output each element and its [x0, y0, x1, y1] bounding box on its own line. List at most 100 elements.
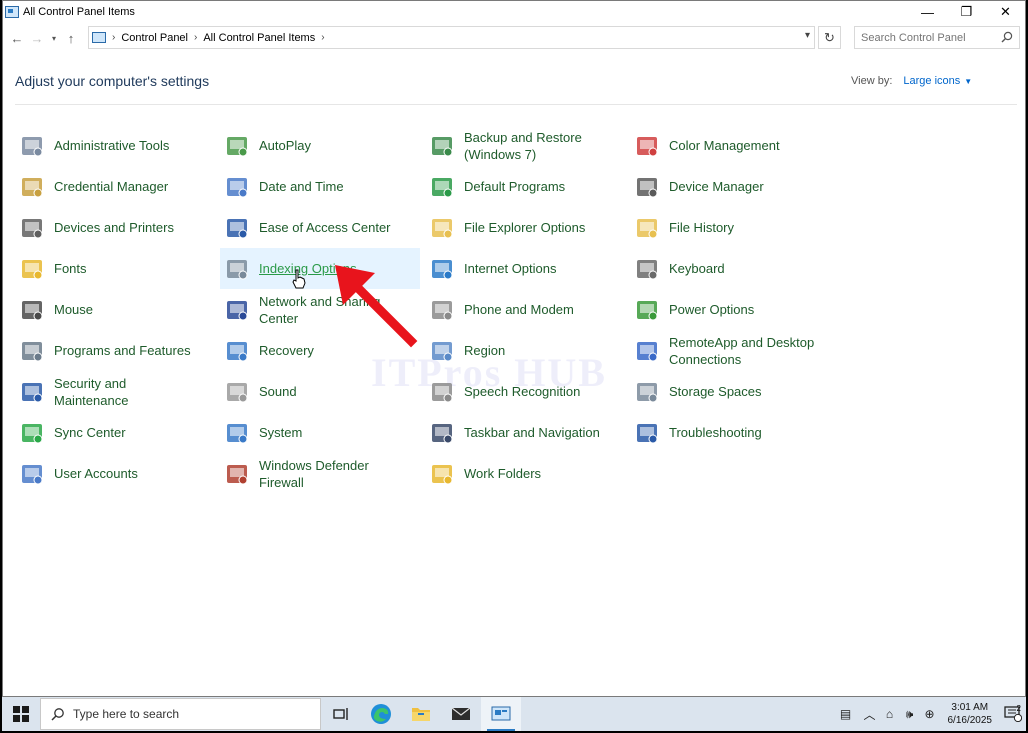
- control-panel-taskbar-app[interactable]: [481, 697, 521, 731]
- item-label[interactable]: Fonts: [54, 260, 204, 277]
- control-panel-item-power-options[interactable]: Power Options: [630, 289, 830, 330]
- item-label[interactable]: Phone and Modem: [464, 301, 614, 318]
- clock-date[interactable]: 6/16/2025: [948, 714, 993, 727]
- item-label[interactable]: Security and Maintenance: [54, 375, 204, 409]
- close-button[interactable]: ✕: [986, 1, 1025, 23]
- item-label[interactable]: Speech Recognition: [464, 383, 614, 400]
- item-label[interactable]: Power Options: [669, 301, 819, 318]
- item-label[interactable]: File History: [669, 219, 819, 236]
- keyboard-layout-icon[interactable]: ▤: [832, 697, 860, 731]
- volume-icon[interactable]: 🕪: [900, 697, 920, 731]
- chevron-down-icon[interactable]: ▼: [964, 77, 972, 86]
- item-label[interactable]: Backup and Restore (Windows 7): [464, 129, 614, 163]
- control-panel-item-programs-and-features[interactable]: Programs and Features: [15, 330, 215, 371]
- network-icon[interactable]: ⌂: [880, 697, 900, 731]
- clock-time[interactable]: 3:01 AM: [948, 701, 993, 714]
- windows-logo-icon[interactable]: [13, 706, 29, 722]
- control-panel-item-keyboard[interactable]: Keyboard: [630, 248, 830, 289]
- item-label[interactable]: Storage Spaces: [669, 383, 819, 400]
- control-panel-item-internet-options[interactable]: Internet Options: [425, 248, 625, 289]
- control-panel-item-mouse[interactable]: Mouse: [15, 289, 215, 330]
- taskbar-search-placeholder[interactable]: Type here to search: [73, 707, 179, 721]
- item-label[interactable]: System: [259, 424, 409, 441]
- task-view-button[interactable]: [321, 697, 361, 731]
- item-label[interactable]: Troubleshooting: [669, 424, 819, 441]
- item-label[interactable]: Windows Defender Firewall: [259, 457, 409, 491]
- item-label[interactable]: Sound: [259, 383, 409, 400]
- control-panel-item-autoplay[interactable]: AutoPlay: [220, 125, 420, 166]
- control-panel-item-default-programs[interactable]: Default Programs: [425, 166, 625, 207]
- taskbar-search-box[interactable]: Type here to search: [40, 698, 321, 730]
- chevron-down-icon[interactable]: ▾: [805, 30, 810, 41]
- control-panel-item-speech-recognition[interactable]: Speech Recognition: [425, 371, 625, 412]
- search-icon[interactable]: [1001, 31, 1013, 43]
- search-box[interactable]: [854, 26, 1020, 49]
- control-panel-item-file-explorer-options[interactable]: File Explorer Options: [425, 207, 625, 248]
- item-label[interactable]: Devices and Printers: [54, 219, 204, 236]
- restore-button[interactable]: ❐: [947, 1, 986, 23]
- mail-taskbar-app[interactable]: [441, 697, 481, 731]
- item-label[interactable]: Credential Manager: [54, 178, 204, 195]
- task-view-icon[interactable]: [333, 707, 349, 721]
- item-label[interactable]: Internet Options: [464, 260, 614, 277]
- breadcrumb-separator-icon[interactable]: ›: [112, 32, 115, 43]
- folder-icon[interactable]: [411, 706, 431, 722]
- control-panel-item-work-folders[interactable]: Work Folders: [425, 453, 625, 494]
- item-label[interactable]: Keyboard: [669, 260, 819, 277]
- clock[interactable]: 3:01 AM 6/16/2025: [948, 701, 993, 727]
- view-by-dropdown[interactable]: Large icons: [903, 75, 960, 87]
- breadcrumb-separator-icon[interactable]: ›: [321, 32, 324, 43]
- item-label[interactable]: Date and Time: [259, 178, 409, 195]
- control-panel-item-fonts[interactable]: Fonts: [15, 248, 215, 289]
- chevron-up-icon[interactable]: ︿: [860, 697, 880, 731]
- item-label[interactable]: RemoteApp and Desktop Connections: [669, 334, 819, 368]
- up-arrow-icon[interactable]: ↑: [61, 27, 81, 49]
- control-panel-item-system[interactable]: System: [220, 412, 420, 453]
- refresh-button[interactable]: ↻: [818, 26, 841, 49]
- control-panel-item-sync-center[interactable]: Sync Center: [15, 412, 215, 453]
- notification-center-button[interactable]: 2: [1000, 704, 1026, 722]
- control-panel-item-credential-manager[interactable]: Credential Manager: [15, 166, 215, 207]
- back-arrow-icon[interactable]: ←: [7, 27, 27, 49]
- edge-browser-icon[interactable]: [370, 703, 392, 725]
- item-label[interactable]: Programs and Features: [54, 342, 204, 359]
- control-panel-item-windows-defender-firewall[interactable]: Windows Defender Firewall: [220, 453, 420, 494]
- item-label[interactable]: Sync Center: [54, 424, 204, 441]
- breadcrumb-separator-icon[interactable]: ›: [194, 32, 197, 43]
- item-label[interactable]: Administrative Tools: [54, 137, 204, 154]
- control-panel-item-file-history[interactable]: File History: [630, 207, 830, 248]
- control-panel-item-devices-and-printers[interactable]: Devices and Printers: [15, 207, 215, 248]
- search-icon[interactable]: [51, 707, 65, 721]
- item-label[interactable]: File Explorer Options: [464, 219, 614, 236]
- control-panel-item-user-accounts[interactable]: User Accounts: [15, 453, 215, 494]
- item-label[interactable]: AutoPlay: [259, 137, 409, 154]
- control-panel-item-storage-spaces[interactable]: Storage Spaces: [630, 371, 830, 412]
- item-label[interactable]: Taskbar and Navigation: [464, 424, 614, 441]
- item-label[interactable]: Mouse: [54, 301, 204, 318]
- control-panel-item-taskbar-and-navigation[interactable]: Taskbar and Navigation: [425, 412, 625, 453]
- item-label[interactable]: Region: [464, 342, 614, 359]
- breadcrumb-all-items[interactable]: All Control Panel Items: [203, 32, 315, 44]
- control-panel-item-administrative-tools[interactable]: Administrative Tools: [15, 125, 215, 166]
- control-panel-item-date-and-time[interactable]: Date and Time: [220, 166, 420, 207]
- control-panel-item-ease-of-access-center[interactable]: Ease of Access Center: [220, 207, 420, 248]
- control-panel-item-region[interactable]: Region: [425, 330, 625, 371]
- item-label[interactable]: Ease of Access Center: [259, 219, 409, 236]
- item-label[interactable]: User Accounts: [54, 465, 204, 482]
- control-panel-item-color-management[interactable]: Color Management: [630, 125, 830, 166]
- breadcrumb-control-panel[interactable]: Control Panel: [121, 32, 188, 44]
- item-label[interactable]: Device Manager: [669, 178, 819, 195]
- start-button[interactable]: [2, 697, 40, 731]
- control-panel-item-device-manager[interactable]: Device Manager: [630, 166, 830, 207]
- control-panel-item-phone-and-modem[interactable]: Phone and Modem: [425, 289, 625, 330]
- recent-locations-chevron-icon[interactable]: ▾: [47, 27, 61, 49]
- control-panel-item-remoteapp-and-desktop-connections[interactable]: RemoteApp and Desktop Connections: [630, 330, 830, 371]
- edge-taskbar-app[interactable]: [361, 697, 401, 731]
- control-panel-icon[interactable]: [491, 706, 511, 722]
- control-panel-item-backup-and-restore-windows-7[interactable]: Backup and Restore (Windows 7): [425, 125, 625, 166]
- item-label[interactable]: Work Folders: [464, 465, 614, 482]
- search-input[interactable]: [861, 31, 1001, 44]
- address-bar[interactable]: › Control Panel › All Control Panel Item…: [88, 26, 815, 49]
- mail-icon[interactable]: [451, 707, 471, 721]
- control-panel-item-troubleshooting[interactable]: Troubleshooting: [630, 412, 830, 453]
